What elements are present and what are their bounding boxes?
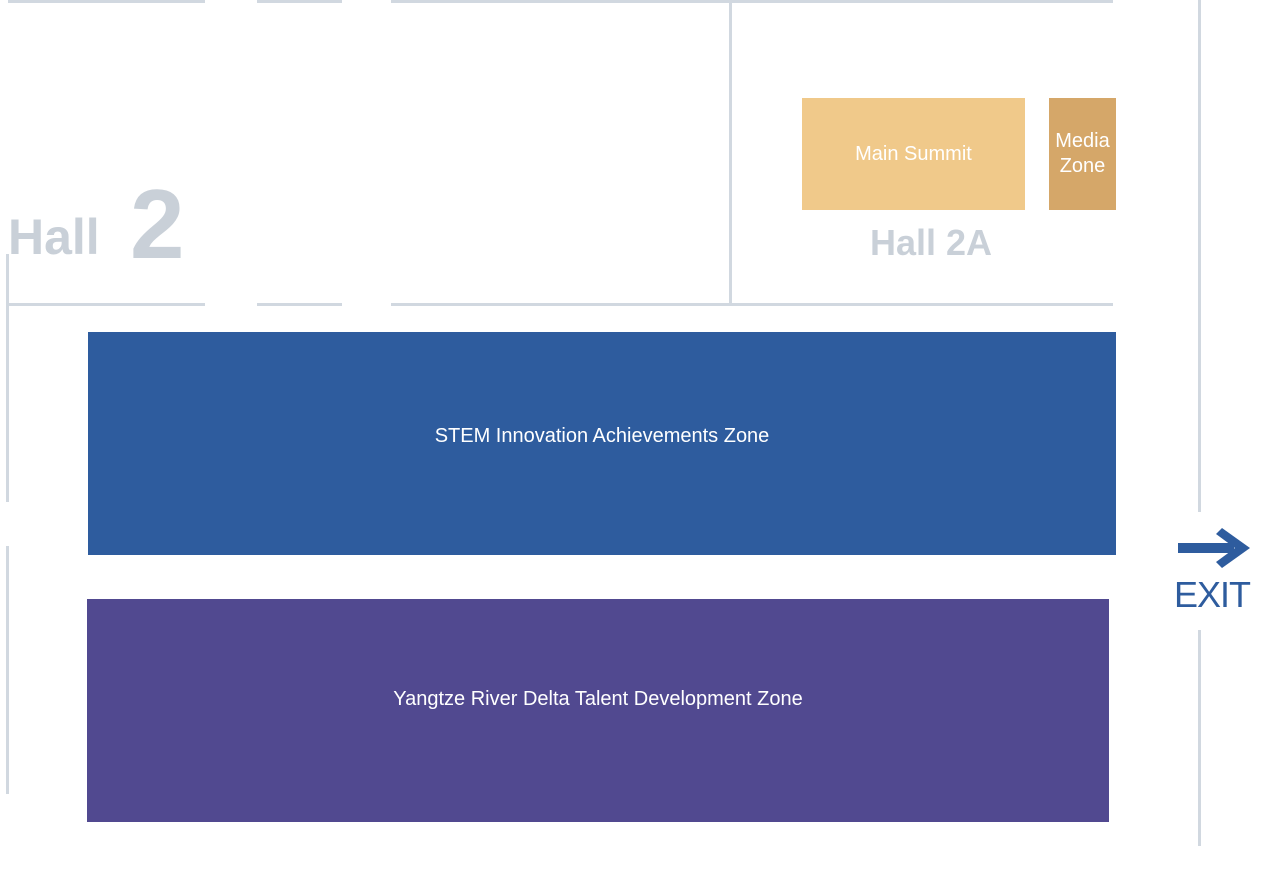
media-zone-label-line1: Media xyxy=(1055,130,1110,152)
main-summit-zone[interactable]: Main Summit xyxy=(802,98,1025,210)
wall-top-segment-1 xyxy=(8,0,205,3)
main-summit-label: Main Summit xyxy=(855,142,972,165)
media-zone[interactable]: Media Zone xyxy=(1049,98,1116,210)
wall-right-segment-1 xyxy=(1198,0,1201,512)
media-zone-label-line2: Zone xyxy=(1059,155,1106,177)
exit-marker[interactable]: EXIT xyxy=(1170,522,1262,618)
wall-hall-divider xyxy=(729,0,732,305)
wall-mid-segment-2 xyxy=(257,303,342,306)
wall-mid-segment-1 xyxy=(8,303,205,306)
yangtze-zone-label: Yangtze River Delta Talent Development Z… xyxy=(393,688,803,710)
exit-label: EXIT xyxy=(1174,574,1251,615)
arrow-right-icon xyxy=(1178,528,1250,568)
hall-2a-label: Hall 2A xyxy=(870,222,993,263)
hall-2-number: 2 xyxy=(130,169,185,279)
yangtze-talent-zone[interactable]: Yangtze River Delta Talent Development Z… xyxy=(87,599,1109,822)
stem-zone-label: STEM Innovation Achievements Zone xyxy=(434,425,770,447)
wall-left-segment-1 xyxy=(6,254,9,502)
hall-2-prefix: Hall xyxy=(8,209,100,265)
wall-top-segment-3 xyxy=(391,0,1113,3)
wall-right-segment-2 xyxy=(1198,630,1201,846)
wall-left-segment-2 xyxy=(6,546,9,794)
stem-innovation-zone[interactable]: STEM Innovation Achievements Zone xyxy=(88,332,1116,555)
wall-top-segment-2 xyxy=(257,0,342,3)
wall-mid-segment-3 xyxy=(391,303,1113,306)
